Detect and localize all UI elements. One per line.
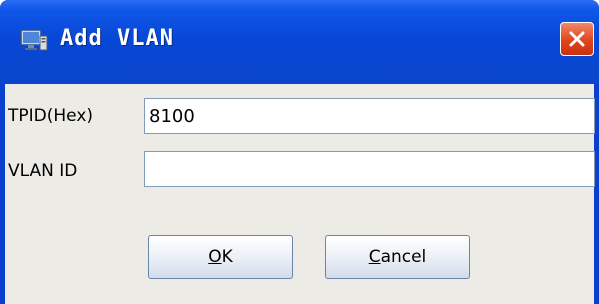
computer-window-icon (20, 27, 48, 53)
title-bar[interactable]: Add VLAN (0, 0, 599, 84)
vlan-id-input[interactable] (144, 151, 595, 187)
dialog-body: TPID(Hex) VLAN ID OK Cancel (5, 84, 595, 304)
ok-mnemonic: O (208, 247, 222, 267)
close-button[interactable] (560, 22, 594, 56)
cancel-button[interactable]: Cancel (325, 235, 470, 279)
tpid-label: TPID(Hex) (8, 106, 94, 126)
ok-button[interactable]: OK (148, 235, 293, 279)
vlan-id-label: VLAN ID (8, 161, 78, 181)
add-vlan-dialog: Add VLAN TPID(Hex) VLAN ID OK Cancel (0, 0, 599, 304)
ok-label-rest: K (221, 247, 233, 267)
cancel-label-rest: ancel (380, 247, 427, 267)
tpid-input[interactable] (144, 98, 595, 134)
cancel-mnemonic: C (368, 247, 381, 267)
window-title: Add VLAN (60, 26, 174, 51)
